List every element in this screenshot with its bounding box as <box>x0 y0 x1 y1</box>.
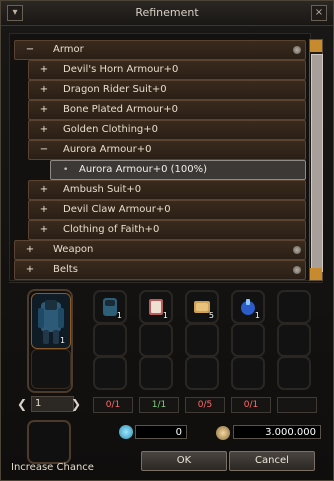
ingredient-slot[interactable] <box>139 323 173 357</box>
tree-category-weapon[interactable]: + Weapon <box>14 240 306 260</box>
tree-item[interactable]: + Dragon Rider Suit+0 <box>28 80 306 100</box>
jewel-cost-field: 0 <box>135 425 187 439</box>
ingredient-counter: 0/1 <box>93 397 133 413</box>
expand-icon: + <box>39 204 49 215</box>
tree-item[interactable]: + Clothing of Faith+0 <box>28 220 306 240</box>
window-title: Refinement <box>135 6 199 19</box>
ingredient-slot[interactable] <box>93 356 127 390</box>
ingredient-slot[interactable] <box>231 323 265 357</box>
tree-category-belts[interactable]: + Belts <box>14 260 306 280</box>
ingredient-slot[interactable] <box>277 356 311 390</box>
expand-icon: + <box>25 244 35 255</box>
knob-icon <box>293 246 301 254</box>
tree-item[interactable]: − Aurora Armour+0 <box>28 140 306 160</box>
tree-label: Bone Plated Armour+0 <box>63 104 179 115</box>
tree-label: Weapon <box>53 244 94 255</box>
cancel-button[interactable]: Cancel <box>229 451 315 471</box>
ingredient-slot[interactable]: 5 <box>185 290 219 324</box>
tree-label: Clothing of Faith+0 <box>63 224 160 235</box>
expand-icon: + <box>39 124 49 135</box>
scroll-down-icon[interactable] <box>310 268 322 280</box>
recipe-tree: − Armor + Devil's Horn Armour+0 + Dragon… <box>9 33 311 281</box>
ingredient-slot[interactable] <box>185 323 219 357</box>
ingredient-slot[interactable]: 1 <box>231 290 265 324</box>
expand-icon: + <box>39 64 49 75</box>
divider <box>9 282 323 283</box>
tree-item[interactable]: + Devil Claw Armour+0 <box>28 200 306 220</box>
ingredient-slot[interactable] <box>277 290 311 324</box>
jewel-icon <box>119 425 133 439</box>
expand-icon: + <box>39 84 49 95</box>
tree-label: Aurora Armour+0 <box>63 144 152 155</box>
gold-icon <box>216 426 230 440</box>
quantity-badge: 1 <box>162 311 168 320</box>
ingredient-counter: 0/5 <box>185 397 225 413</box>
tree-label: Aurora Armour+0 (100%) <box>79 164 208 175</box>
collapse-icon: − <box>39 144 49 155</box>
increase-chance-slot[interactable] <box>27 420 71 464</box>
ingredient-slot[interactable] <box>185 356 219 390</box>
scroll-thumb[interactable] <box>311 54 323 272</box>
expand-icon: + <box>39 184 49 195</box>
refinement-window: ▾ Refinement × − Armor + Devil's Horn Ar… <box>0 0 334 481</box>
expand-icon: + <box>39 224 49 235</box>
quantity-badge: 1 <box>254 311 260 320</box>
tree-label: Devil Claw Armour+0 <box>63 204 171 215</box>
tree-label: Belts <box>53 264 78 275</box>
ingredient-counter: 1/1 <box>139 397 179 413</box>
tree-label: Armor <box>53 44 84 55</box>
collapse-icon: − <box>25 44 35 55</box>
tree-category-armor[interactable]: − Armor <box>14 40 306 60</box>
empty-slot[interactable] <box>31 349 71 389</box>
close-button[interactable]: × <box>311 5 327 21</box>
tree-label: Dragon Rider Suit+0 <box>63 84 167 95</box>
quantity-badge: 5 <box>208 311 214 320</box>
expand-icon: + <box>39 104 49 115</box>
gold-cost-field: 3.000.000 <box>233 425 321 439</box>
scroll-up-icon[interactable] <box>310 40 322 52</box>
quantity-badge: 1 <box>60 336 66 345</box>
armor-icon: 1 <box>31 293 71 349</box>
tree-label: Devil's Horn Armour+0 <box>63 64 179 75</box>
bullet-icon: • <box>63 165 69 175</box>
tree-label: Ambush Suit+0 <box>63 184 142 195</box>
ingredient-slot[interactable] <box>139 356 173 390</box>
ingredient-slot[interactable]: 1 <box>139 290 173 324</box>
prev-page-button[interactable]: ❮ <box>17 396 27 412</box>
increase-chance-label: Increase Chance <box>11 462 94 473</box>
tree-item[interactable]: + Ambush Suit+0 <box>28 180 306 200</box>
tree-item[interactable]: + Golden Clothing+0 <box>28 120 306 140</box>
knob-icon <box>293 46 301 54</box>
ok-button[interactable]: OK <box>141 451 227 471</box>
tree-label: Golden Clothing+0 <box>63 124 159 135</box>
ingredient-slot[interactable]: 1 <box>93 290 127 324</box>
next-page-button[interactable]: ❯ <box>71 396 81 412</box>
ingredient-slot[interactable] <box>277 323 311 357</box>
ingredient-slot[interactable] <box>93 323 127 357</box>
target-item-slot[interactable]: 1 <box>27 289 73 393</box>
tree-leaf-selected[interactable]: • Aurora Armour+0 (100%) <box>50 160 306 180</box>
tree-item[interactable]: + Devil's Horn Armour+0 <box>28 60 306 80</box>
titlebar: ▾ Refinement × <box>1 1 333 26</box>
ingredient-slot[interactable] <box>231 356 265 390</box>
expand-icon: + <box>25 264 35 275</box>
ingredient-counter: 0/1 <box>231 397 271 413</box>
quantity-badge: 1 <box>116 311 122 320</box>
tree-item[interactable]: + Bone Plated Armour+0 <box>28 100 306 120</box>
tree-scrollbar[interactable] <box>309 39 323 281</box>
ingredient-counter <box>277 397 317 413</box>
knob-icon <box>293 266 301 274</box>
page-number: 1 <box>31 396 74 412</box>
